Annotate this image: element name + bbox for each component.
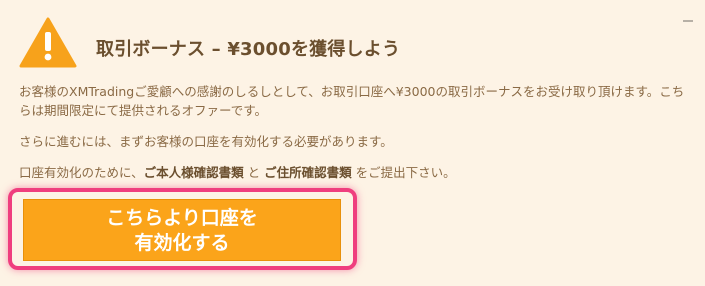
activation-requirement: さらに進むには、まずお客様の口座を有効化する必要があります。: [19, 134, 393, 149]
documents-and: と: [243, 165, 265, 180]
banner-title: 取引ボーナス – ¥3000を獲得しよう: [96, 39, 401, 60]
cta-line-1: こちらより口座を: [106, 207, 258, 229]
documents-instruction: 口座有効化のために、ご本人様確認書類 と ご住所確認書類 をご提出下さい。: [19, 163, 689, 182]
activate-account-button[interactable]: こちらより口座を 有効化する: [23, 199, 341, 261]
documents-suffix: をご提出下さい。: [351, 165, 456, 180]
cta-line-2: 有効化する: [134, 232, 230, 254]
activation-bonus-panel: 取引ボーナス – ¥3000を獲得しよう お客様のXMTradingご愛顧への感…: [0, 0, 705, 286]
warning-triangle-icon: [19, 17, 77, 68]
banner-body: お客様のXMTradingご愛顧への感謝のしるしとして、お取引口座へ¥3000の…: [19, 82, 689, 194]
documents-prefix: 口座有効化のために、: [19, 165, 144, 180]
identity-document-label: ご本人様確認書類: [143, 165, 244, 180]
minimize-icon[interactable]: [683, 10, 693, 22]
address-document-label: ご住所確認書類: [264, 165, 352, 180]
offer-description: お客様のXMTradingご愛顧への感謝のしるしとして、お取引口座へ¥3000の…: [19, 84, 685, 118]
